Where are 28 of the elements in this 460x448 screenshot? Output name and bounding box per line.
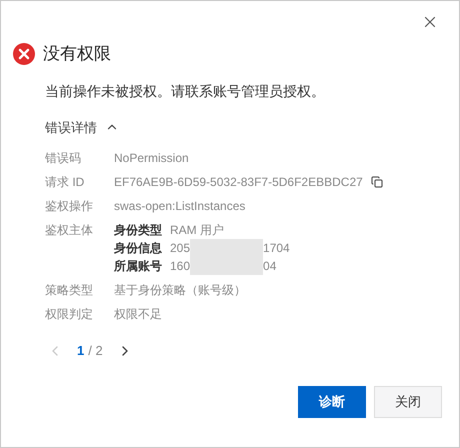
detail-value: NoPermission <box>114 150 189 167</box>
identity-label: 所属账号 <box>114 258 163 275</box>
detail-label: 策略类型 <box>45 282 94 299</box>
close-button[interactable]: 关闭 <box>374 386 442 418</box>
detail-value: 权限不足 <box>114 306 162 323</box>
identity-value: 1704 <box>263 240 290 257</box>
detail-label: 错误码 <box>45 150 82 167</box>
identity-value: 160 <box>170 258 190 275</box>
page-total: / 2 <box>88 342 103 360</box>
copy-icon[interactable] <box>370 176 383 188</box>
detail-value: 基于身份策略（账号级） <box>114 282 246 299</box>
detail-value: EF76AE9B-6D59-5032-83F7-5D6F2EBBDC27 <box>114 174 363 191</box>
identity-value: 205 <box>170 240 190 257</box>
diagnose-button[interactable]: 诊断 <box>298 386 366 418</box>
detail-value: swas-open:ListInstances <box>114 198 246 215</box>
details-toggle[interactable]: 错误详情 <box>45 118 119 137</box>
detail-label: 鉴权操作 <box>45 198 94 215</box>
identity-value: RAM 用户 <box>170 222 224 239</box>
detail-label: 鉴权主体 <box>45 222 94 239</box>
identity-label: 身份类型 <box>114 222 163 239</box>
current-page: 1 <box>77 342 84 360</box>
error-icon <box>13 42 35 65</box>
error-message: 当前操作未被授权。请联系账号管理员授权。 <box>44 82 326 100</box>
identity-value: 04 <box>263 258 276 275</box>
identity-label: 身份信息 <box>114 240 163 257</box>
detail-label: 请求 ID <box>45 174 86 191</box>
dialog-title: 没有权限 <box>43 43 111 65</box>
detail-label: 权限判定 <box>45 306 94 323</box>
